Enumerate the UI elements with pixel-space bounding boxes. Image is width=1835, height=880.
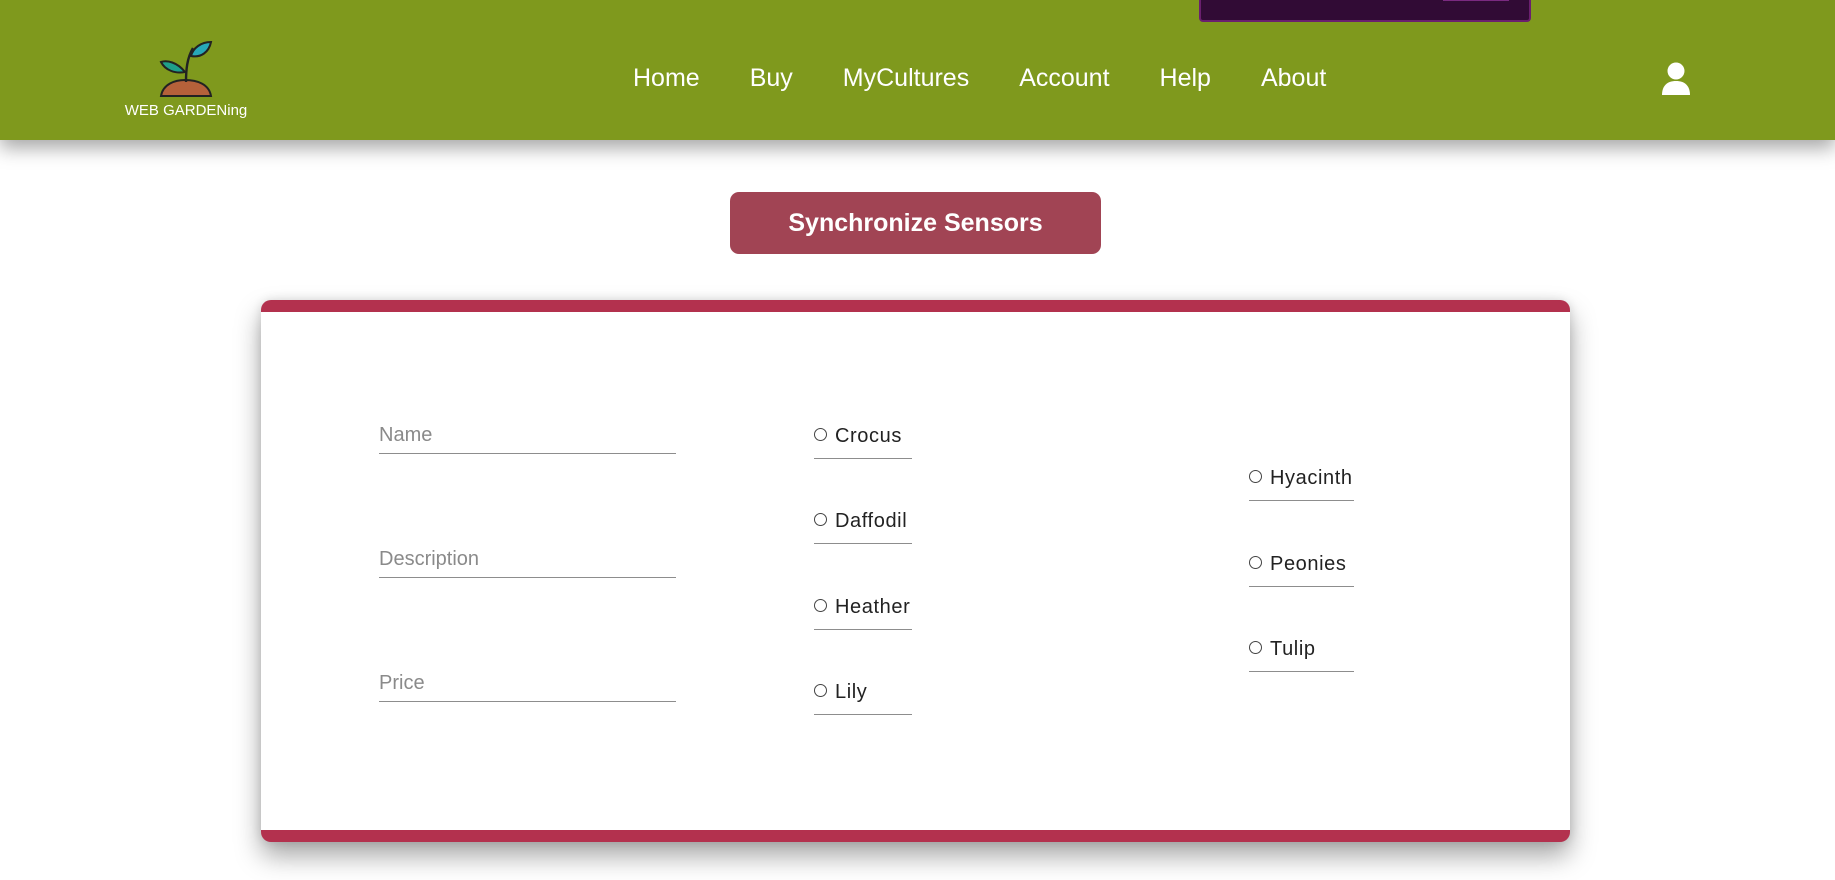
radio-peonies[interactable]: Peonies [1249,553,1354,587]
overlay-panel [1199,0,1531,22]
nav-account[interactable]: Account [1019,64,1109,93]
radio-label: Lily [835,681,868,703]
description-input[interactable] [379,541,676,578]
radio-label: Crocus [835,425,902,447]
name-input[interactable] [379,417,676,454]
user-icon[interactable] [1661,62,1691,96]
price-input[interactable] [379,665,676,702]
radio-lily[interactable]: Lily [814,681,912,715]
sprout-icon [159,40,213,97]
logo[interactable]: WEB GARDENing [124,40,248,136]
top-navigation-bar: WEB GARDENing Home Buy MyCultures Accoun… [0,0,1835,140]
radio-button[interactable] [1249,470,1262,483]
nav-home[interactable]: Home [633,64,700,93]
overlay-panel-button[interactable] [1443,0,1509,1]
main-nav: Home Buy MyCultures Account Help About [633,64,1376,93]
radio-button[interactable] [814,684,827,697]
radio-button[interactable] [1249,556,1262,569]
radio-button[interactable] [814,513,827,526]
nav-mycultures[interactable]: MyCultures [843,64,969,93]
radio-button[interactable] [814,599,827,612]
radio-label: Hyacinth [1270,467,1353,489]
nav-help[interactable]: Help [1160,64,1211,93]
brand-name: WEB GARDENing [124,102,248,119]
radio-label: Heather [835,596,911,618]
radio-button[interactable] [814,428,827,441]
nav-buy[interactable]: Buy [750,64,793,93]
radio-hyacinth[interactable]: Hyacinth [1249,467,1354,501]
radio-label: Peonies [1270,553,1347,575]
radio-tulip[interactable]: Tulip [1249,638,1354,672]
radio-button[interactable] [1249,641,1262,654]
synchronize-sensors-button[interactable]: Synchronize Sensors [730,192,1101,254]
nav-about[interactable]: About [1261,64,1326,93]
radio-daffodil[interactable]: Daffodil [814,510,912,544]
radio-label: Daffodil [835,510,908,532]
radio-crocus[interactable]: Crocus [814,425,912,459]
flower-form-card: Crocus Daffodil Heather Lily Hyacinth Pe… [261,300,1570,842]
radio-heather[interactable]: Heather [814,596,912,630]
radio-label: Tulip [1270,638,1316,660]
